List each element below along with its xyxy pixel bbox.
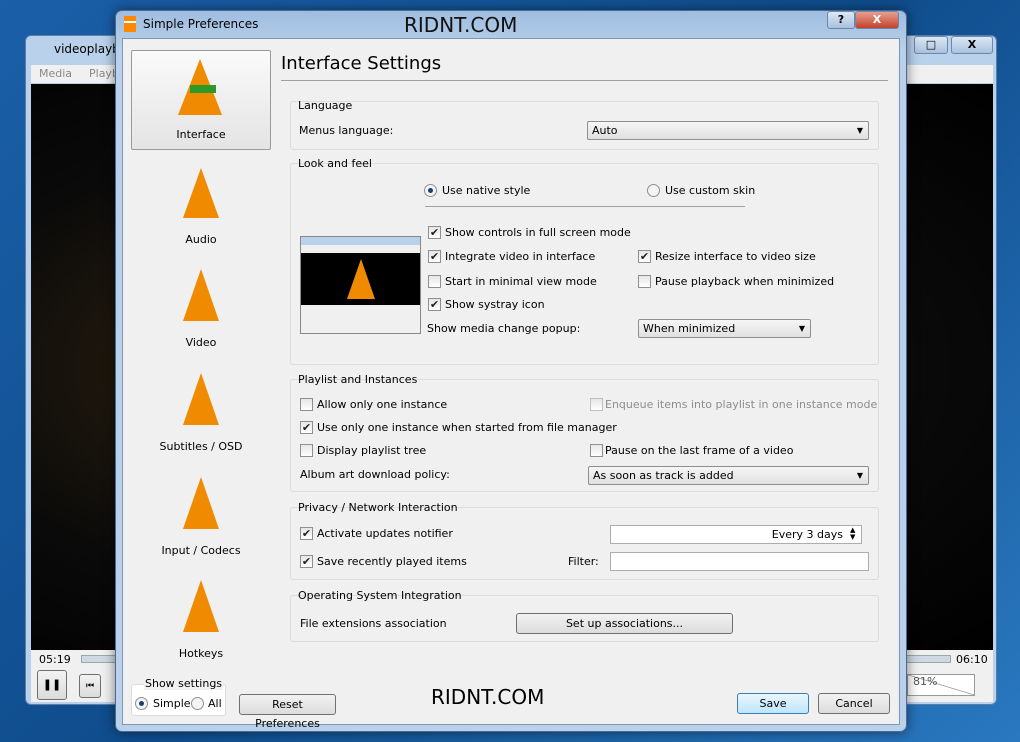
pause-button[interactable]: ❚❚ xyxy=(37,670,67,700)
sidebar-item-subtitles[interactable]: Subtitles / OSD xyxy=(131,361,271,461)
menu-media[interactable]: Media xyxy=(39,67,72,80)
checkbox-label: Integrate video in interface xyxy=(445,250,596,263)
playlist-tree-checkbox[interactable] xyxy=(300,444,313,457)
cone-stripe-icon xyxy=(190,85,216,93)
file-assoc-label: File extensions association xyxy=(300,617,447,630)
headphones-cone-icon xyxy=(183,168,219,218)
time-elapsed: 05:19 xyxy=(39,653,71,666)
native-style-radio[interactable] xyxy=(424,184,437,197)
one-instance-checkbox[interactable] xyxy=(300,398,313,411)
group-header: Look and feel xyxy=(298,157,372,170)
time-total: 06:10 xyxy=(956,653,988,666)
vlc-icon xyxy=(124,16,136,32)
volume-level: 81% xyxy=(913,675,938,688)
checkbox-label: Pause playback when minimized xyxy=(655,275,835,288)
filter-label: Filter: xyxy=(568,555,599,568)
simple-radio[interactable] xyxy=(135,697,148,710)
pause-minimized-checkbox[interactable] xyxy=(638,275,651,288)
glasses-cone-icon xyxy=(183,269,219,321)
save-button[interactable]: Save xyxy=(737,693,809,714)
maximize-button[interactable]: □ xyxy=(914,36,948,54)
vlc-cone-icon xyxy=(347,259,375,299)
sidebar-item-hotkeys[interactable]: Hotkeys xyxy=(131,568,271,668)
cancel-button[interactable]: Cancel xyxy=(818,693,890,714)
simple-label: Simple xyxy=(153,697,191,710)
previous-button[interactable]: ⏮ xyxy=(79,674,101,698)
show-settings-label: Show settings xyxy=(144,677,224,690)
close-button[interactable]: X xyxy=(855,11,899,29)
sidebar-item-label: Interface xyxy=(176,128,226,141)
sidebar-item-input-codecs[interactable]: Input / Codecs xyxy=(131,465,271,565)
album-art-label: Album art download policy: xyxy=(300,468,450,481)
reset-preferences-button[interactable]: Reset Preferences xyxy=(239,694,336,730)
sidebar-item-label: Hotkeys xyxy=(178,647,224,660)
checkbox-label: Save recently played items xyxy=(317,555,467,568)
checkbox-label: Allow only one instance xyxy=(317,398,448,411)
sidebar-item-interface[interactable]: Interface xyxy=(131,50,271,150)
window-title: videoplayb xyxy=(54,42,120,56)
file-manager-instance-checkbox[interactable]: ✔ xyxy=(300,421,313,434)
page-title: Interface Settings xyxy=(281,53,442,74)
update-interval-spinbox[interactable]: Every 3 days xyxy=(610,525,862,544)
group-header: Playlist and Instances xyxy=(298,373,418,386)
all-radio[interactable] xyxy=(191,697,204,710)
album-art-select[interactable]: As soon as track is added xyxy=(588,466,869,485)
help-button[interactable]: ? xyxy=(827,11,855,29)
sidebar-item-label: Input / Codecs xyxy=(161,544,241,557)
close-button[interactable]: X xyxy=(951,36,993,54)
setup-associations-button[interactable]: Set up associations... xyxy=(516,613,733,634)
watermark: RIDNT.COM xyxy=(431,685,545,709)
checkbox-label: Use only one instance when started from … xyxy=(317,421,617,434)
filter-input[interactable] xyxy=(610,552,869,571)
checkbox-label: Pause on the last frame of a video xyxy=(605,444,794,457)
custom-skin-radio[interactable] xyxy=(647,184,660,197)
recent-items-checkbox[interactable]: ✔ xyxy=(300,555,313,568)
group-header: Privacy / Network Interaction xyxy=(298,501,458,514)
checkbox-label: Resize interface to video size xyxy=(655,250,816,263)
checkbox-label: Show systray icon xyxy=(445,298,545,311)
systray-icon-checkbox[interactable]: ✔ xyxy=(428,298,441,311)
dialog-title: Simple Preferences xyxy=(143,17,259,31)
sidebar-item-audio[interactable]: Audio xyxy=(131,154,271,254)
menus-language-select[interactable]: Auto xyxy=(587,121,869,140)
watermark: RIDNT.COM xyxy=(404,13,518,37)
divider xyxy=(425,206,745,207)
pause-last-frame-checkbox[interactable] xyxy=(590,444,603,457)
interface-preview-image xyxy=(300,236,421,334)
sidebar-item-label: Audio xyxy=(185,233,217,246)
title-divider xyxy=(281,80,888,81)
checkbox-label: Enqueue items into playlist in one insta… xyxy=(605,398,878,411)
enqueue-checkbox[interactable] xyxy=(590,398,603,411)
integrate-video-checkbox[interactable]: ✔ xyxy=(428,250,441,263)
keyboard-cone-icon xyxy=(183,580,219,632)
subtitles-cone-icon xyxy=(183,373,219,425)
group-header: Language xyxy=(298,99,353,112)
sidebar-item-label: Video xyxy=(185,336,217,349)
sidebar-item-video[interactable]: Video xyxy=(131,257,271,357)
checkbox-label: Show controls in full screen mode xyxy=(445,226,631,239)
all-label: All xyxy=(208,697,222,710)
resize-interface-checkbox[interactable]: ✔ xyxy=(638,250,651,263)
sidebar-item-label: Subtitles / OSD xyxy=(159,440,243,453)
spin-arrows-icon[interactable]: ▲ ▼ xyxy=(850,527,855,541)
checkbox-label: Start in minimal view mode xyxy=(445,275,597,288)
native-style-label: Use native style xyxy=(442,184,531,197)
menus-language-label: Menus language: xyxy=(299,124,394,137)
popup-label: Show media change popup: xyxy=(427,322,581,335)
fullscreen-controls-checkbox[interactable]: ✔ xyxy=(428,226,441,239)
popup-select[interactable]: When minimized xyxy=(638,319,811,338)
minimal-view-checkbox[interactable] xyxy=(428,275,441,288)
checkbox-label: Activate updates notifier xyxy=(317,527,453,540)
updates-notifier-checkbox[interactable]: ✔ xyxy=(300,527,313,540)
custom-skin-label: Use custom skin xyxy=(665,184,756,197)
checkbox-label: Display playlist tree xyxy=(317,444,427,457)
group-header: Operating System Integration xyxy=(298,589,462,602)
cable-cone-icon xyxy=(183,477,219,529)
